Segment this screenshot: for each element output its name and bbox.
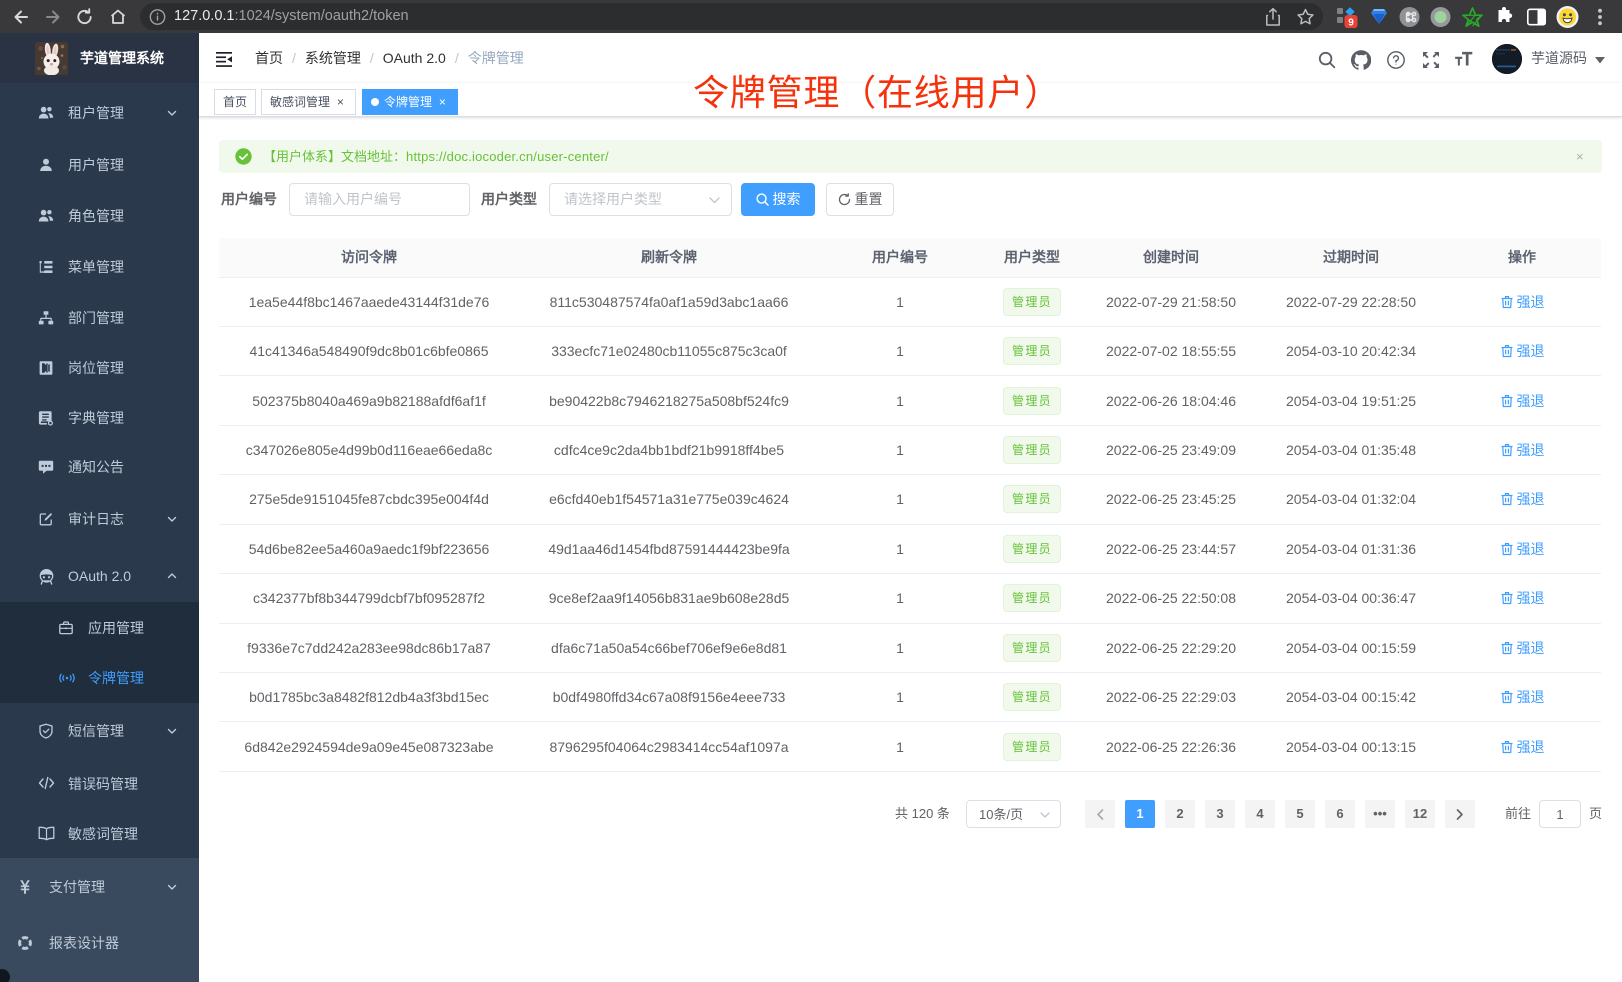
svg-text:9: 9 (1348, 17, 1354, 28)
